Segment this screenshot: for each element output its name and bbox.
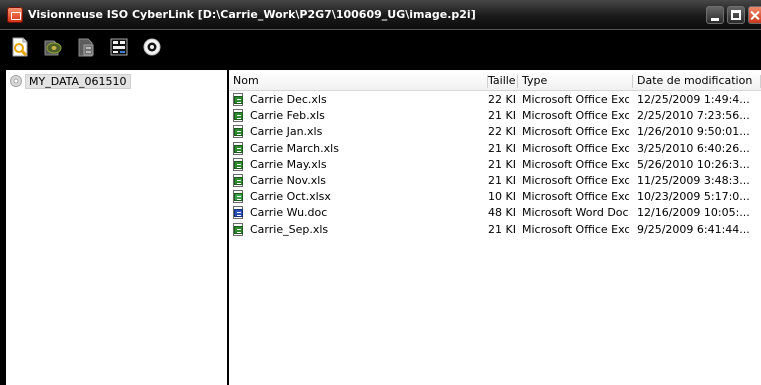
table-row[interactable]: Carrie Dec.xls 22 KB Microsoft Office Ex… [229, 92, 761, 108]
file-type: Microsoft Word Doc... [522, 206, 629, 220]
file-name: Carrie Oct.xlsx [250, 190, 331, 204]
file-modified: 9/25/2009 6:41:44... [637, 222, 750, 236]
toolbar [0, 31, 761, 63]
cyberlink-app-icon [7, 7, 23, 23]
file-rows: Carrie Dec.xls 22 KB Microsoft Office Ex… [229, 92, 761, 238]
minimize-button[interactable] [706, 6, 724, 24]
iso-viewer-window: Visionneuse ISO CyberLink [D:\Carrie_Wor… [0, 0, 761, 385]
column-header-name[interactable]: Nom [229, 72, 488, 91]
file-modified: 5/26/2010 10:26:3... [637, 157, 750, 171]
file-name: Carrie Feb.xls [250, 109, 325, 123]
file-name: Carrie Jan.xls [250, 125, 323, 139]
title-bar[interactable]: Visionneuse ISO CyberLink [D:\Carrie_Wor… [0, 0, 761, 30]
file-modified: 10/23/2009 5:17:0... [637, 190, 750, 204]
file-type: Microsoft Office Exc... [522, 125, 629, 139]
excel-file-icon [233, 173, 247, 188]
folder-tree-pane[interactable]: MY_DATA_061510 [6, 70, 227, 385]
drive-extract-icon [44, 40, 62, 56]
disc-button[interactable] [141, 36, 165, 60]
file-modified: 2/25/2010 7:23:56... [637, 109, 750, 123]
file-type: Microsoft Office Exc... [522, 157, 629, 171]
column-header-label: Type [522, 74, 548, 87]
file-size: 21 KB [488, 173, 515, 187]
file-size: 22 KB [488, 93, 515, 106]
properties-button[interactable] [75, 36, 99, 60]
maximize-button[interactable] [727, 6, 745, 24]
view-options-button[interactable] [108, 36, 132, 60]
file-list-pane[interactable]: Nom Taille Type Date de modification Car… [229, 70, 761, 385]
table-row[interactable]: Carrie Wu.doc 48 KB Microsoft Word Doc..… [229, 205, 761, 221]
table-row[interactable]: Carrie March.xls 21 KB Microsoft Office … [229, 141, 761, 157]
column-header-label: Date de modification [637, 74, 753, 87]
file-name: Carrie March.xls [250, 141, 339, 155]
file-properties-icon [78, 38, 94, 57]
file-type: Microsoft Office Exc... [522, 222, 629, 236]
word-file-icon [233, 206, 247, 220]
file-size: 21 KB [488, 141, 515, 155]
file-type: Microsoft Office Exc... [522, 109, 629, 123]
file-type: Microsoft Office Exc... [522, 190, 629, 204]
tree-item-label: MY_DATA_061510 [25, 74, 131, 89]
excel-file-icon [233, 141, 247, 156]
file-name: Carrie Nov.xls [250, 173, 327, 187]
file-size: 21 KB [488, 222, 515, 236]
table-row[interactable]: Carrie_Sep.xls 21 KB Microsoft Office Ex… [229, 222, 761, 238]
file-size: 21 KB [488, 109, 515, 123]
column-header-size[interactable]: Taille [488, 72, 518, 91]
file-size: 22 KB [488, 125, 515, 139]
table-row[interactable]: Carrie Feb.xls 21 KB Microsoft Office Ex… [229, 108, 761, 124]
file-name: Carrie_Sep.xls [250, 222, 329, 236]
extract-button[interactable] [42, 36, 66, 60]
file-modified: 11/25/2009 3:48:3... [637, 173, 750, 187]
column-header-label: Taille [488, 74, 516, 87]
excel-file-icon [233, 93, 247, 107]
file-name: Carrie Dec.xls [250, 93, 327, 106]
table-row[interactable]: Carrie Nov.xls 21 KB Microsoft Office Ex… [229, 173, 761, 189]
file-modified: 1/26/2010 9:50:01... [637, 125, 750, 139]
file-modified: 12/16/2009 10:05:... [637, 206, 750, 220]
disc-icon [143, 38, 161, 56]
open-image-button[interactable] [9, 36, 33, 60]
excel-xlsx-file-icon [233, 190, 247, 204]
table-row[interactable]: Carrie Jan.xls 22 KB Microsoft Office Ex… [229, 124, 761, 140]
column-header-modified[interactable]: Date de modification [633, 72, 761, 91]
excel-file-icon [233, 125, 247, 139]
file-name: Carrie Wu.doc [250, 206, 328, 220]
file-size: 10 KB [488, 190, 515, 204]
close-button[interactable] [748, 6, 761, 24]
excel-file-icon [233, 157, 247, 172]
file-type: Microsoft Office Exc... [522, 141, 629, 155]
document-search-icon [12, 37, 28, 57]
excel-file-icon [233, 109, 247, 123]
view-details-icon [110, 38, 128, 56]
file-size: 48 KB [488, 206, 515, 220]
file-modified: 3/25/2010 6:40:26... [637, 141, 750, 155]
window-title: Visionneuse ISO CyberLink [D:\Carrie_Wor… [28, 8, 476, 21]
file-modified: 12/25/2009 1:49:4... [637, 93, 750, 106]
file-size: 21 KB [488, 157, 515, 171]
column-header-type[interactable]: Type [518, 72, 633, 91]
file-name: Carrie May.xls [250, 157, 327, 171]
table-row[interactable]: Carrie May.xls 21 KB Microsoft Office Ex… [229, 157, 761, 173]
file-type: Microsoft Office Exc... [522, 93, 629, 106]
file-type: Microsoft Office Exc... [522, 173, 629, 187]
excel-file-icon [233, 222, 247, 237]
table-row[interactable]: Carrie Oct.xlsx 10 KB Microsoft Office E… [229, 189, 761, 205]
disc-icon [10, 75, 22, 87]
column-header-label: Nom [233, 74, 259, 87]
